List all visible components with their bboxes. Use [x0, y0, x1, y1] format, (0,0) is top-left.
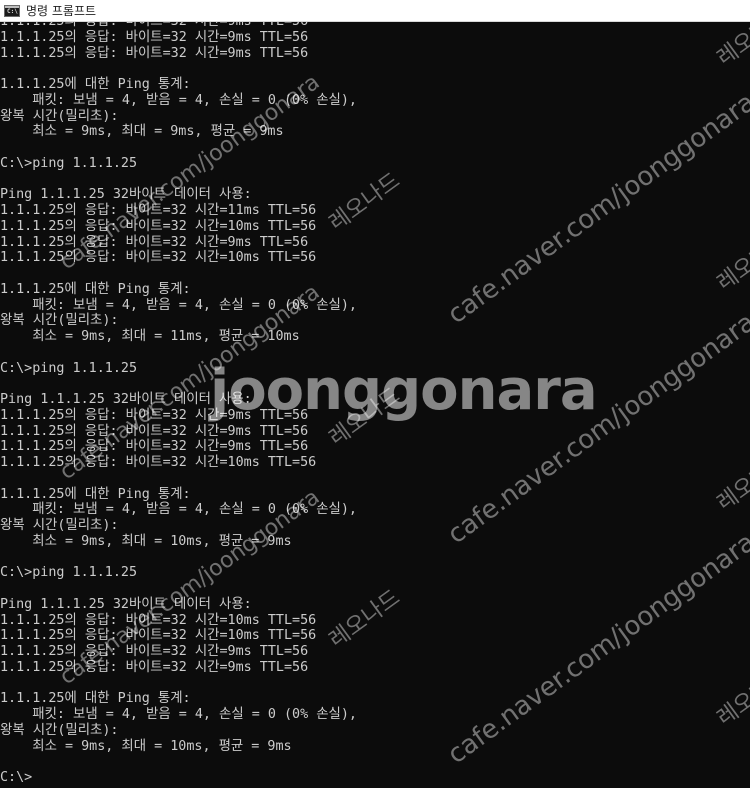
console-line: 1.1.1.25의 응답: 바이트=32 시간=9ms TTL=56	[0, 407, 309, 423]
console-line: 1.1.1.25의 응답: 바이트=32 시간=9ms TTL=56	[0, 45, 309, 61]
title-bar[interactable]: C:\ 명령 프롬프트	[0, 0, 750, 22]
cmd-icon: C:\	[4, 4, 20, 17]
console-line: C:\>ping 1.1.1.25	[0, 360, 138, 376]
console-line: 1.1.1.25의 응답: 바이트=32 시간=10ms TTL=56	[0, 612, 317, 628]
console-line: 1.1.1.25의 응답: 바이트=32 시간=9ms TTL=56	[0, 234, 309, 250]
console-line: C:\>	[0, 770, 33, 785]
console-line: C:\>ping 1.1.1.25	[0, 155, 138, 171]
console-line: 최소 = 9ms, 최대 = 10ms, 평균 = 9ms	[0, 533, 292, 549]
window-title: 명령 프롬프트	[26, 3, 97, 18]
console-line: Ping 1.1.1.25 32바이트 데이터 사용:	[0, 596, 252, 612]
console-line: 1.1.1.25의 응답: 바이트=32 시간=9ms TTL=56	[0, 659, 309, 675]
console-line: 1.1.1.25의 응답: 바이트=32 시간=10ms TTL=56	[0, 250, 317, 266]
console-line: 1.1.1.25에 대한 Ping 통계:	[0, 486, 191, 502]
console-line: 1.1.1.25의 응답: 바이트=32 시간=9ms TTL=56	[0, 423, 309, 439]
console-line: 최소 = 9ms, 최대 = 10ms, 평균 = 9ms	[0, 738, 292, 754]
console-line: 최소 = 9ms, 최대 = 9ms, 평균 = 9ms	[0, 124, 284, 140]
console-line: 1.1.1.25의 응답: 바이트=32 시간=10ms TTL=56	[0, 218, 317, 234]
console-line: 1.1.1.25에 대한 Ping 통계:	[0, 691, 191, 707]
cmd-icon-glyph: C:\	[7, 7, 18, 15]
console-line: 1.1.1.25의 응답: 바이트=32 시간=10ms TTL=56	[0, 455, 317, 470]
console-line: 1.1.1.25의 응답: 바이트=32 시간=11ms TTL=56	[0, 203, 317, 218]
console-line: 왕복 시간(밀리초):	[0, 108, 119, 124]
console-line: 1.1.1.25의 응답: 바이트=32 시간=9ms TTL=56	[0, 644, 309, 659]
console-line: 1.1.1.25에 대한 Ping 통계:	[0, 77, 191, 92]
console-line: 패킷: 보냄 = 4, 받음 = 4, 손실 = 0 (0% 손실),	[0, 707, 357, 722]
console-line: 1.1.1.25에 대한 Ping 통계:	[0, 281, 191, 297]
console-line: Ping 1.1.1.25 32바이트 데이터 사용:	[0, 392, 252, 407]
console-line: 패킷: 보냄 = 4, 받음 = 4, 손실 = 0 (0% 손실),	[0, 502, 357, 518]
command-prompt-window: C:\ 명령 프롬프트 1.1.1.25의 응답: 바이트=32 시간=9ms …	[0, 0, 750, 788]
console-line: 왕복 시간(밀리초):	[0, 518, 119, 533]
console-line: 왕복 시간(밀리초):	[0, 722, 119, 738]
console-line: Ping 1.1.1.25 32바이트 데이터 사용:	[0, 187, 252, 203]
console-line: 패킷: 보냄 = 4, 받음 = 4, 손실 = 0 (0% 손실),	[0, 297, 357, 313]
console-line: 최소 = 9ms, 최대 = 11ms, 평균 = 10ms	[0, 329, 300, 344]
console-line: 1.1.1.25의 응답: 바이트=32 시간=10ms TTL=56	[0, 628, 317, 644]
console-line: 패킷: 보냄 = 4, 받음 = 4, 손실 = 0 (0% 손실),	[0, 92, 357, 108]
console-line: 왕복 시간(밀리초):	[0, 313, 119, 329]
console-line: 1.1.1.25의 응답: 바이트=32 시간=9ms TTL=56	[0, 22, 750, 30]
console-line: 1.1.1.25의 응답: 바이트=32 시간=9ms TTL=56	[0, 29, 309, 45]
console-line: 1.1.1.25의 응답: 바이트=32 시간=9ms TTL=56	[0, 439, 309, 455]
console-line: C:\>ping 1.1.1.25	[0, 565, 138, 581]
console-output[interactable]: 1.1.1.25의 응답: 바이트=32 시간=9ms TTL=56 1.1.1.…	[0, 22, 750, 788]
